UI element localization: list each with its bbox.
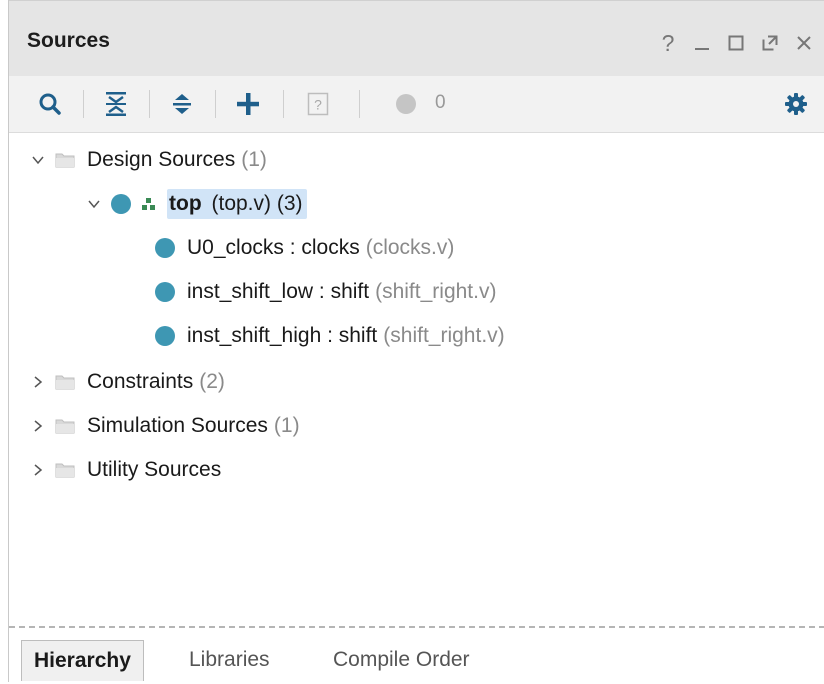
- maximize-icon[interactable]: [719, 25, 753, 61]
- folder-icon: [55, 374, 75, 390]
- module-status-icon: [155, 238, 175, 258]
- tree-item-count: (1): [273, 414, 300, 437]
- sources-panel: Sources ? ? 0 Design Sources (1) top (to…: [8, 0, 824, 684]
- collapse-all-icon[interactable]: [97, 86, 135, 122]
- search-icon[interactable]: [31, 86, 69, 122]
- tree-item-label: Constraints: [87, 370, 194, 393]
- tree-item-count: (2): [199, 370, 225, 393]
- tree-item-design-sources[interactable]: Design Sources (1): [27, 138, 267, 182]
- chevron-down-icon[interactable]: [27, 153, 49, 167]
- top-module-icon: [141, 196, 157, 212]
- tab-hierarchy[interactable]: Hierarchy: [21, 640, 144, 681]
- chevron-right-icon[interactable]: [27, 419, 49, 433]
- toolbar-separator: [83, 90, 84, 118]
- sources-toolbar: ? 0: [9, 76, 824, 133]
- tab-libraries[interactable]: Libraries: [177, 640, 282, 680]
- minimize-icon[interactable]: [685, 25, 719, 61]
- instance-file: (clocks.v): [365, 236, 455, 259]
- tree-item-label: Design Sources: [87, 148, 236, 171]
- tree-item-constraints[interactable]: Constraints (2): [27, 360, 225, 404]
- selected-item: top (top.v) (3): [167, 189, 307, 219]
- toolbar-separator: [359, 90, 360, 118]
- instance-label: inst_shift_high : shift: [187, 324, 378, 347]
- tree-item-child[interactable]: inst_shift_high : shift (shift_right.v): [155, 314, 505, 358]
- module-name: top: [169, 192, 202, 215]
- instance-file: (shift_right.v): [375, 280, 497, 303]
- module-status-icon: [155, 326, 175, 346]
- window-controls: ?: [651, 25, 821, 61]
- instance-file: (shift_right.v): [383, 324, 505, 347]
- status-count: 0: [435, 92, 446, 113]
- panel-titlebar: Sources ?: [9, 0, 824, 77]
- tree-item-utility-sources[interactable]: Utility Sources: [27, 448, 221, 492]
- toolbar-separator: [215, 90, 216, 118]
- status-dot-icon[interactable]: [387, 86, 425, 122]
- svg-text:?: ?: [314, 97, 322, 113]
- instance-label: U0_clocks : clocks: [187, 236, 360, 259]
- panel-title: Sources: [27, 29, 110, 52]
- folder-icon: [55, 418, 75, 434]
- unknown-status-icon[interactable]: ?: [299, 86, 337, 122]
- close-icon[interactable]: [787, 25, 821, 61]
- tree-item-child[interactable]: inst_shift_low : shift (shift_right.v): [155, 270, 496, 314]
- sources-tree: Design Sources (1) top (top.v) (3) U0_cl…: [9, 132, 824, 612]
- gear-icon[interactable]: [777, 86, 815, 122]
- tab-compile-order[interactable]: Compile Order: [321, 640, 482, 680]
- module-status-icon: [111, 194, 131, 214]
- toolbar-separator: [149, 90, 150, 118]
- chevron-down-icon[interactable]: [83, 197, 105, 211]
- chevron-right-icon[interactable]: [27, 375, 49, 389]
- tree-item-count: (1): [241, 148, 267, 171]
- folder-icon: [55, 462, 75, 478]
- instance-label: inst_shift_low : shift: [187, 280, 370, 303]
- toolbar-separator: [283, 90, 284, 118]
- expand-all-icon[interactable]: [163, 86, 201, 122]
- tree-item-child[interactable]: U0_clocks : clocks (clocks.v): [155, 226, 454, 270]
- tree-item-top[interactable]: top (top.v) (3): [83, 182, 307, 226]
- chevron-right-icon[interactable]: [27, 463, 49, 477]
- module-status-icon: [155, 282, 175, 302]
- help-icon[interactable]: ?: [651, 25, 685, 61]
- tree-item-simulation-sources[interactable]: Simulation Sources (1): [27, 404, 300, 448]
- tree-item-label: Utility Sources: [87, 458, 222, 481]
- tree-item-label: Simulation Sources: [87, 414, 268, 437]
- float-icon[interactable]: [753, 25, 787, 61]
- module-file: (top.v) (3): [211, 192, 303, 215]
- folder-icon: [55, 152, 75, 168]
- bottom-tab-bar: Hierarchy Libraries Compile Order: [9, 626, 824, 684]
- add-icon[interactable]: [229, 86, 267, 122]
